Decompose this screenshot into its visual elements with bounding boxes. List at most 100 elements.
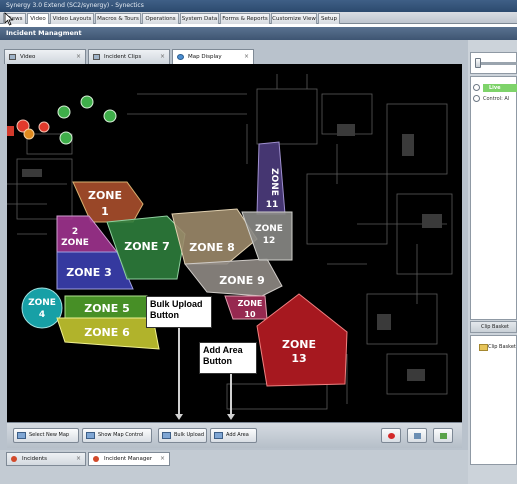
- zone-2-label: ZONE: [61, 238, 89, 248]
- zone-11-number: 11: [266, 200, 279, 210]
- close-icon[interactable]: ×: [160, 50, 165, 64]
- menu-bar: Views Video Video Layouts Macros & Tours…: [0, 12, 517, 24]
- add-area-callout: Add Area Button: [199, 342, 257, 374]
- subtab-video[interactable]: Video ×: [4, 49, 86, 64]
- map-icon: [17, 432, 26, 439]
- add-area-callout-line1: Add Area: [203, 345, 243, 355]
- bulk-upload-label: Bulk Upload: [174, 432, 204, 438]
- zone-10-number: 10: [244, 310, 256, 319]
- zone-1-label: ZONE: [88, 189, 122, 202]
- menu-tab-forms-reports[interactable]: Forms & Reports: [220, 13, 270, 24]
- zone-1-number: 1: [101, 205, 109, 218]
- incident-manager-icon: [93, 456, 99, 462]
- close-icon[interactable]: ×: [76, 50, 81, 64]
- bulk-upload-callout: Bulk Upload Button: [146, 296, 212, 328]
- subtab-video-label: Video: [20, 54, 36, 60]
- layers-icon: [440, 433, 447, 439]
- show-map-control-label: Show Map Control: [98, 432, 144, 438]
- close-icon[interactable]: ×: [244, 50, 249, 64]
- select-new-map-button[interactable]: Select New Map: [13, 428, 79, 443]
- zone-4-area[interactable]: [21, 287, 63, 329]
- zone-13-number: 13: [291, 352, 306, 365]
- incident-icon: [11, 456, 17, 462]
- pan-left-icon[interactable]: [57, 105, 71, 119]
- add-area-label: Add Area: [226, 432, 249, 438]
- zone-12-number: 12: [263, 236, 276, 246]
- window-title: Synergy 3.0 Extend (SC2/synergy) - Synec…: [0, 0, 517, 12]
- zone-12-label: ZONE: [255, 224, 283, 234]
- add-area-button[interactable]: Add Area: [210, 428, 257, 443]
- tab-incidents-label: Incidents: [22, 456, 48, 462]
- zone-5-label: ZONE 5: [84, 302, 130, 315]
- subtab-map-display-label: Map Display: [188, 54, 222, 60]
- zone-8-label: ZONE 8: [189, 241, 235, 254]
- zone-4-number: 4: [39, 310, 45, 320]
- menu-tab-video-layouts[interactable]: Video Layouts: [50, 13, 94, 24]
- pan-down-icon[interactable]: [59, 131, 73, 145]
- zone-2-number: 2: [72, 227, 78, 237]
- add-area-icon: [214, 432, 223, 439]
- camera-list-panel: [470, 76, 517, 320]
- clip-icon: [93, 54, 100, 60]
- zone-6-label: ZONE 6: [84, 326, 130, 339]
- bulk-upload-arrowhead: [175, 414, 183, 420]
- tools-button[interactable]: [407, 428, 427, 443]
- menu-tab-setup[interactable]: Setup: [318, 13, 340, 24]
- tools-icon: [414, 433, 421, 439]
- bulk-upload-callout-line1: Bulk Upload: [150, 299, 203, 309]
- zone-13-label: ZONE: [282, 338, 316, 351]
- bulk-upload-callout-line2: Button: [150, 310, 179, 320]
- tab-incident-manager-label: Incident Manager: [104, 456, 153, 462]
- live-radio[interactable]: [473, 84, 480, 91]
- subtab-incident-clips-label: Incident Clips: [104, 54, 142, 60]
- menu-tab-system-data[interactable]: System Data: [180, 13, 219, 24]
- alarm-icon[interactable]: [38, 121, 50, 133]
- clip-basket-header: Clip Basket: [470, 321, 517, 333]
- zone-9-label: ZONE 9: [219, 274, 265, 287]
- clip-basket-panel: [470, 335, 517, 465]
- warning-icon[interactable]: [23, 128, 35, 140]
- add-area-arrowhead: [227, 414, 235, 420]
- menu-tab-video[interactable]: Video: [27, 13, 49, 24]
- video-icon: [9, 54, 16, 60]
- live-badge: Live: [483, 84, 517, 92]
- pan-up-icon[interactable]: [80, 95, 94, 109]
- menu-tab-operations[interactable]: Operations: [142, 13, 179, 24]
- close-icon[interactable]: ×: [76, 453, 81, 465]
- show-map-control-button[interactable]: Show Map Control: [82, 428, 152, 443]
- control-radio[interactable]: [473, 95, 480, 102]
- camera-icon[interactable]: [7, 126, 14, 136]
- zone-3-label: ZONE 3: [66, 266, 112, 279]
- menu-tab-macros-tours[interactable]: Macros & Tours: [95, 13, 141, 24]
- add-area-callout-line2: Button: [203, 356, 232, 366]
- zone-10-label: ZONE: [238, 299, 263, 308]
- clip-basket-folder[interactable]: Clip Basket: [479, 343, 517, 351]
- zone-11-label: ZONE: [269, 168, 279, 196]
- slider-handle[interactable]: [475, 58, 481, 68]
- slider-track[interactable]: [476, 62, 517, 65]
- upload-icon: [162, 432, 171, 439]
- tab-incidents[interactable]: Incidents ×: [6, 452, 86, 466]
- menu-tab-customize-view[interactable]: Customize View: [271, 13, 317, 24]
- close-icon[interactable]: ×: [160, 453, 165, 465]
- layers-button[interactable]: [433, 428, 453, 443]
- red-alarm-icon: [388, 433, 395, 439]
- add-area-arrow: [230, 374, 232, 416]
- bottom-tab-bar: Incidents × Incident Manager ×: [0, 450, 468, 484]
- globe-icon: [177, 54, 184, 60]
- alarm-toggle-button[interactable]: [381, 428, 401, 443]
- subtab-map-display[interactable]: Map Display ×: [172, 49, 254, 64]
- tab-incident-manager[interactable]: Incident Manager ×: [88, 452, 170, 466]
- bulk-upload-button[interactable]: Bulk Upload: [158, 428, 207, 443]
- app-window: Synergy 3.0 Extend (SC2/synergy) - Synec…: [0, 0, 517, 484]
- map-control-icon: [86, 432, 95, 439]
- map-toolbar: Select New Map Show Map Control Bulk Upl…: [7, 422, 462, 448]
- mouse-cursor-icon: [4, 12, 14, 26]
- subtab-incident-clips[interactable]: Incident Clips ×: [88, 49, 170, 64]
- select-new-map-label: Select New Map: [29, 432, 70, 438]
- map-navigation-controls: [7, 95, 117, 145]
- pan-right-icon[interactable]: [103, 109, 117, 123]
- control-label: Control: Al: [483, 96, 510, 102]
- incident-header: Incident Managment: [0, 27, 517, 40]
- bulk-upload-arrow: [178, 325, 180, 415]
